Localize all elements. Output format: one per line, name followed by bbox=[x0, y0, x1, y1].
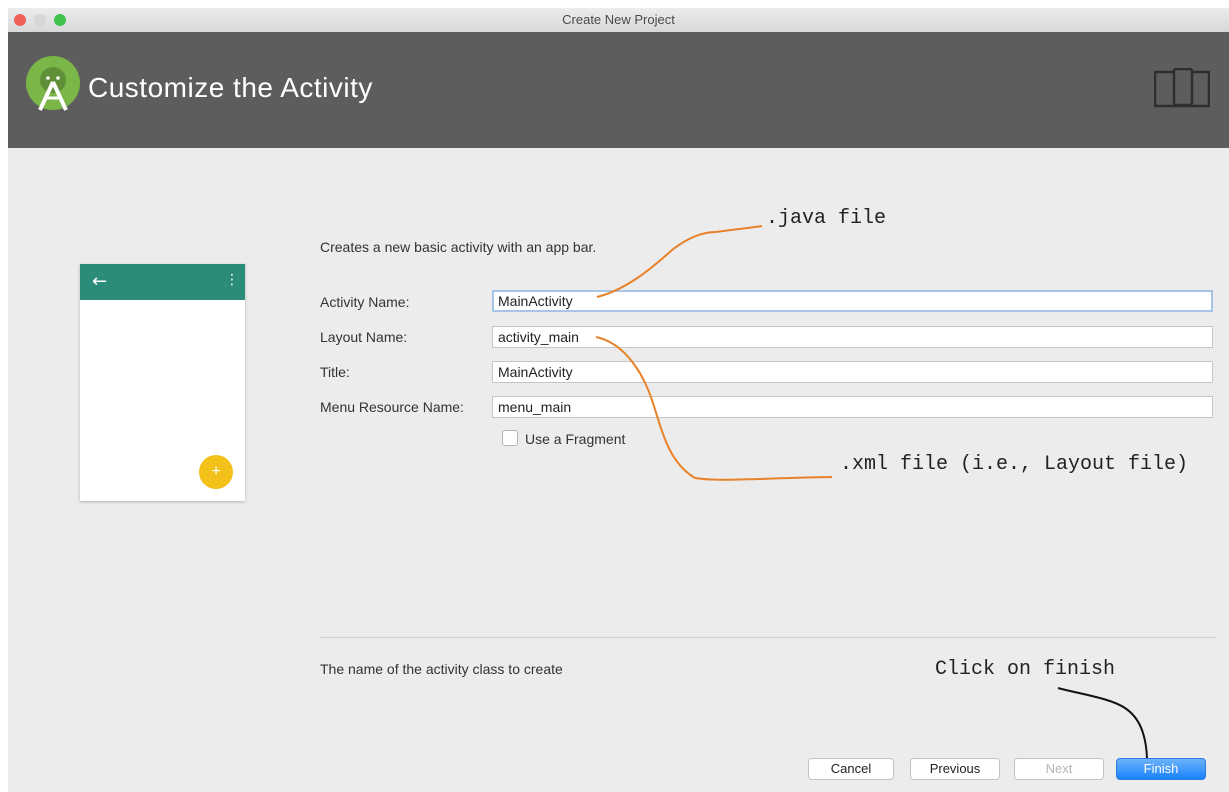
title-label: Title: bbox=[320, 364, 350, 380]
divider bbox=[320, 637, 1217, 638]
activity-preview: ← ⋮ + bbox=[80, 264, 245, 501]
use-fragment-checkbox[interactable] bbox=[502, 430, 518, 446]
click-finish-annotation: Click on finish bbox=[935, 658, 1116, 681]
android-studio-logo-icon bbox=[26, 56, 80, 111]
menu-resource-name-input[interactable] bbox=[492, 396, 1213, 418]
title-input[interactable] bbox=[492, 361, 1213, 383]
preview-app-bar: ← ⋮ bbox=[80, 264, 245, 300]
overflow-menu-icon: ⋮ bbox=[225, 272, 239, 288]
template-description: Creates a new basic activity with an app… bbox=[320, 239, 597, 255]
activity-name-label: Activity Name: bbox=[320, 294, 410, 310]
field-hint: The name of the activity class to create bbox=[320, 661, 563, 677]
cancel-button[interactable]: Cancel bbox=[808, 758, 894, 780]
use-fragment-label: Use a Fragment bbox=[525, 431, 626, 447]
wizard-header: Customize the Activity bbox=[8, 32, 1229, 148]
activity-name-input[interactable] bbox=[492, 290, 1213, 312]
menu-resource-name-label: Menu Resource Name: bbox=[320, 399, 464, 415]
device-layout-icon bbox=[1154, 68, 1210, 108]
layout-name-input[interactable] bbox=[492, 326, 1213, 348]
back-arrow-icon: ← bbox=[92, 271, 108, 292]
xml-file-annotation: .xml file (i.e., Layout file) bbox=[840, 453, 1189, 476]
previous-button[interactable]: Previous bbox=[910, 758, 1000, 780]
title-bar: Create New Project bbox=[8, 8, 1229, 33]
page-title: Customize the Activity bbox=[88, 72, 373, 103]
layout-name-label: Layout Name: bbox=[320, 329, 408, 345]
finish-button[interactable]: Finish bbox=[1116, 758, 1206, 780]
next-button[interactable]: Next bbox=[1014, 758, 1104, 780]
java-file-annotation: .java file bbox=[766, 207, 887, 230]
window-title: Create New Project bbox=[562, 12, 675, 27]
fab-plus-icon: + bbox=[199, 455, 233, 489]
